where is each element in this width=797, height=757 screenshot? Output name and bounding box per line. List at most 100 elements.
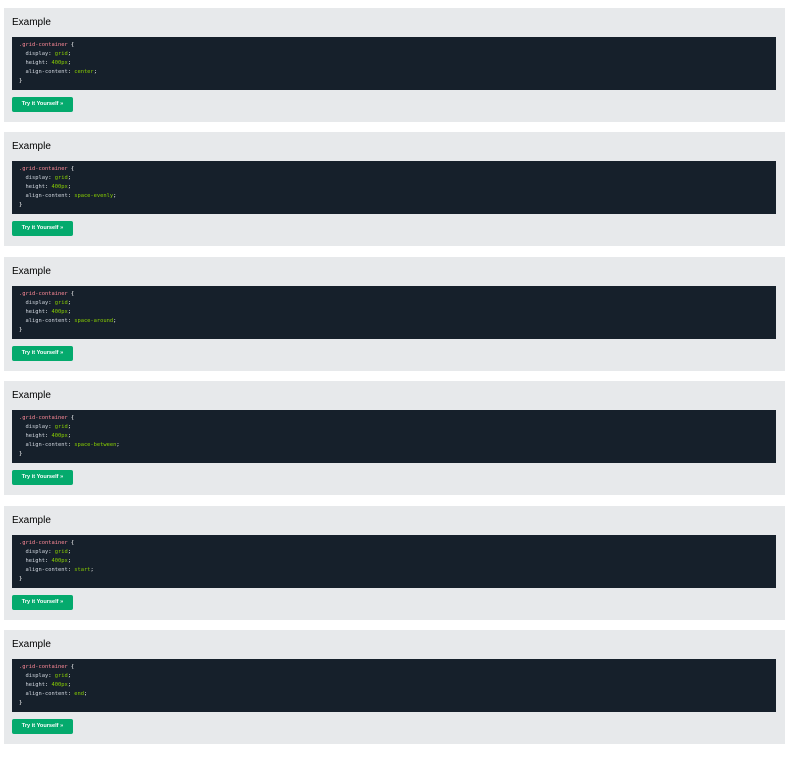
example-panel: Example .grid-container { display: grid;… (4, 381, 785, 495)
css-property: height (25, 309, 45, 315)
css-value: 400px (51, 184, 68, 190)
css-property: height (25, 60, 45, 66)
example-title: Example (12, 390, 51, 401)
code-line-declaration: display: grid; (25, 51, 71, 57)
example-panel: Example .grid-container { display: grid;… (4, 8, 785, 122)
css-value: space-between (74, 442, 117, 448)
example-title: Example (12, 141, 51, 152)
code-line-close: } (19, 326, 769, 335)
code-line-selector: .grid-container { (19, 414, 769, 423)
open-brace: { (67, 291, 75, 297)
css-value: grid (54, 549, 68, 555)
css-property: display (25, 549, 49, 555)
css-value: 400px (51, 60, 68, 66)
css-selector: .grid-container (19, 166, 68, 172)
css-value: start (74, 567, 91, 573)
css-property: align-content (25, 567, 68, 573)
close-brace: } (19, 700, 23, 706)
code-block: .grid-container { display: grid; height:… (12, 535, 776, 588)
open-brace: { (67, 42, 75, 48)
code-line-close: } (19, 450, 769, 459)
try-it-yourself-button[interactable]: Try it Yourself » (12, 346, 73, 361)
code-line-close: } (19, 77, 769, 86)
code-line-selector: .grid-container { (19, 165, 769, 174)
try-it-yourself-button[interactable]: Try it Yourself » (12, 221, 73, 236)
code-block: .grid-container { display: grid; height:… (12, 286, 776, 339)
css-value: space-evenly (74, 193, 114, 199)
code-line-declaration: height: 400px; (25, 558, 71, 564)
css-property: align-content (25, 691, 68, 697)
code-line-close: } (19, 575, 769, 584)
code-block: .grid-container { display: grid; height:… (12, 410, 776, 463)
code-line-selector: .grid-container { (19, 663, 769, 672)
close-brace: } (19, 327, 23, 333)
css-selector: .grid-container (19, 291, 68, 297)
code-line-declaration: height: 400px; (25, 433, 71, 439)
css-value: grid (54, 300, 68, 306)
code-line-declaration: height: 400px; (25, 309, 71, 315)
css-selector: .grid-container (19, 415, 68, 421)
code-line-declaration: height: 400px; (25, 682, 71, 688)
open-brace: { (67, 664, 75, 670)
code-block: .grid-container { display: grid; height:… (12, 659, 776, 712)
try-it-yourself-button[interactable]: Try it Yourself » (12, 470, 73, 485)
css-value: 400px (51, 433, 68, 439)
example-title: Example (12, 515, 51, 526)
css-property: align-content (25, 193, 68, 199)
css-property: align-content (25, 69, 68, 75)
code-line-declaration: align-content: end; (25, 691, 88, 697)
page: Example .grid-container { display: grid;… (0, 0, 797, 757)
example-panel: Example .grid-container { display: grid;… (4, 132, 785, 246)
css-property: display (25, 424, 49, 430)
example-title: Example (12, 17, 51, 28)
code-line-selector: .grid-container { (19, 41, 769, 50)
code-line-selector: .grid-container { (19, 290, 769, 299)
code-line-declaration: height: 400px; (25, 184, 71, 190)
css-property: display (25, 175, 49, 181)
code-line-declaration: align-content: space-around; (25, 318, 117, 324)
code-line-declaration: align-content: start; (25, 567, 94, 573)
code-line-close: } (19, 201, 769, 210)
close-brace: } (19, 576, 23, 582)
code-line-declaration: display: grid; (25, 673, 71, 679)
code-line-declaration: height: 400px; (25, 60, 71, 66)
css-value: 400px (51, 558, 68, 564)
open-brace: { (67, 166, 75, 172)
css-value: grid (54, 673, 68, 679)
try-it-yourself-button[interactable]: Try it Yourself » (12, 97, 73, 112)
css-property: height (25, 184, 45, 190)
example-panel: Example .grid-container { display: grid;… (4, 257, 785, 371)
code-line-declaration: display: grid; (25, 175, 71, 181)
css-property: display (25, 673, 49, 679)
code-block: .grid-container { display: grid; height:… (12, 161, 776, 214)
code-line-selector: .grid-container { (19, 539, 769, 548)
css-selector: .grid-container (19, 540, 68, 546)
css-property: align-content (25, 442, 68, 448)
code-line-declaration: display: grid; (25, 300, 71, 306)
try-it-yourself-button[interactable]: Try it Yourself » (12, 595, 73, 610)
try-it-yourself-button[interactable]: Try it Yourself » (12, 719, 73, 734)
css-value: grid (54, 51, 68, 57)
close-brace: } (19, 202, 23, 208)
css-property: height (25, 433, 45, 439)
example-title: Example (12, 266, 51, 277)
open-brace: { (67, 415, 75, 421)
code-line-declaration: align-content: center; (25, 69, 97, 75)
css-property: display (25, 300, 49, 306)
example-title: Example (12, 639, 51, 650)
css-property: height (25, 682, 45, 688)
css-value: grid (54, 175, 68, 181)
close-brace: } (19, 451, 23, 457)
css-value: grid (54, 424, 68, 430)
code-line-declaration: display: grid; (25, 549, 71, 555)
css-property: display (25, 51, 49, 57)
code-line-declaration: display: grid; (25, 424, 71, 430)
code-block: .grid-container { display: grid; height:… (12, 37, 776, 90)
close-brace: } (19, 78, 23, 84)
css-value: 400px (51, 682, 68, 688)
open-brace: { (67, 540, 75, 546)
css-value: 400px (51, 309, 68, 315)
css-selector: .grid-container (19, 42, 68, 48)
code-line-close: } (19, 699, 769, 708)
code-line-declaration: align-content: space-evenly; (25, 193, 117, 199)
